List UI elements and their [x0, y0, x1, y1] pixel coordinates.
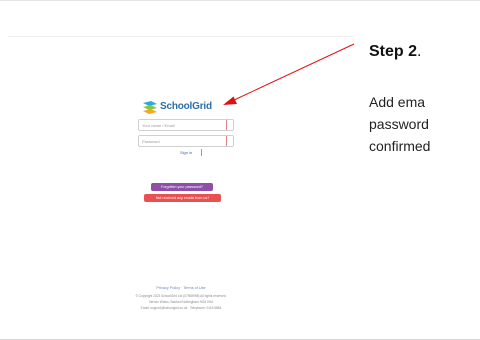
step-title-bold: Step 2 — [369, 43, 418, 60]
instruction-line: confirmed — [369, 138, 431, 154]
instruction-line: password — [369, 116, 429, 132]
instruction-line: Add ema — [369, 94, 426, 110]
step-title-suffix: . — [417, 43, 422, 60]
step-instructions: Add ema password confirmed — [369, 91, 480, 157]
step-title: Step 2. — [369, 43, 421, 61]
callout-arrow-line — [231, 43, 355, 102]
callout-arrow-head — [223, 96, 237, 105]
